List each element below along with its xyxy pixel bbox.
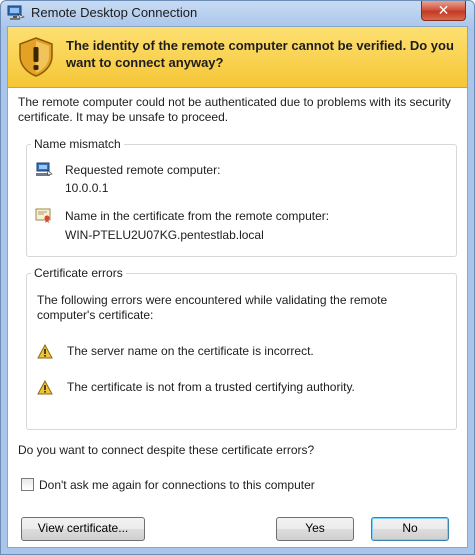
security-shield-warning-icon — [19, 37, 53, 77]
certificate-icon — [35, 208, 51, 223]
no-button[interactable]: No — [371, 517, 449, 541]
certificate-error-item: The server name on the certificate is in… — [67, 344, 314, 358]
dialog-client-area: The identity of the remote computer cann… — [7, 26, 468, 548]
view-certificate-button[interactable]: View certificate... — [21, 517, 145, 541]
connect-question: Do you want to connect despite these cer… — [18, 443, 315, 457]
name-mismatch-heading: Name mismatch — [31, 137, 124, 151]
window-title: Remote Desktop Connection — [31, 5, 198, 20]
close-button[interactable]: ✕ — [421, 1, 466, 21]
dont-ask-again-label[interactable]: Don't ask me again for connections to th… — [39, 478, 315, 492]
certificate-name-value: WIN-PTELU2U07KG.pentestlab.local — [65, 228, 264, 242]
certificate-errors-heading: Certificate errors — [31, 266, 126, 280]
yes-button[interactable]: Yes — [276, 517, 354, 541]
computer-icon — [36, 162, 53, 176]
close-icon: ✕ — [437, 2, 450, 18]
certificate-error-item: The certificate is not from a trusted ce… — [67, 380, 355, 394]
requested-computer-label: Requested remote computer: — [65, 163, 221, 177]
warning-icon — [37, 380, 53, 395]
description-text: The remote computer could not be authent… — [18, 95, 451, 124]
warning-banner: The identity of the remote computer cann… — [8, 27, 467, 88]
warning-icon — [37, 344, 53, 359]
certificate-name-label: Name in the certificate from the remote … — [65, 209, 330, 223]
requested-computer-value: 10.0.0.1 — [65, 181, 109, 195]
certificate-errors-group: Certificate errors The following errors … — [26, 266, 457, 430]
dont-ask-again-checkbox[interactable] — [21, 478, 34, 491]
rdp-dialog-window: Remote Desktop Connection ✕ The identity… — [0, 0, 475, 555]
certificate-errors-intro: The following errors were encountered wh… — [37, 293, 388, 322]
title-bar[interactable]: Remote Desktop Connection ✕ — [1, 1, 474, 25]
name-mismatch-group: Name mismatch Requested remote computer:… — [26, 137, 457, 257]
remote-desktop-icon — [7, 5, 25, 20]
banner-message: The identity of the remote computer cann… — [66, 38, 454, 70]
